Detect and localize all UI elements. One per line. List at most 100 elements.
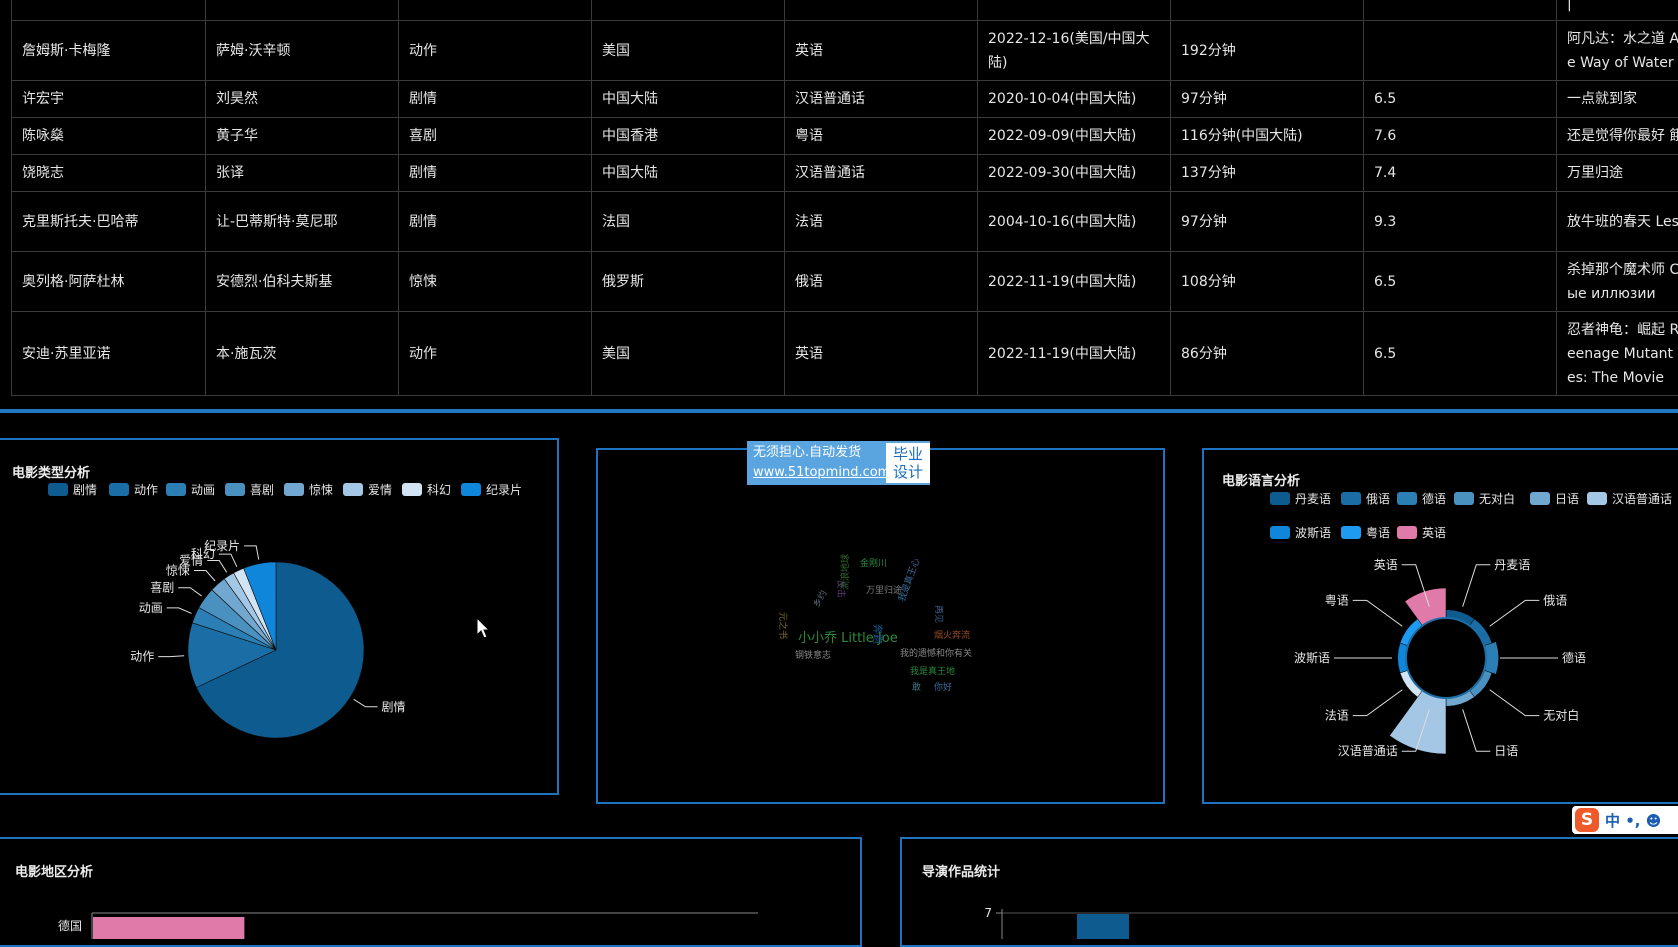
wordcloud-word[interactable]: 元之书: [777, 612, 789, 639]
table-cell: 动作: [399, 312, 592, 396]
table-cell: 法语: [785, 192, 978, 252]
table-cell: 饶晓志: [12, 155, 206, 192]
table-cell: 阿凡达：水之道 Av e Way of Water: [1557, 21, 1678, 81]
table-cell: [1171, 0, 1364, 21]
table-cell: |: [1557, 0, 1678, 21]
table-cell: 俄语: [785, 252, 978, 312]
pie-label: 动作: [130, 650, 154, 664]
table-row: |: [12, 0, 1678, 21]
table-cell: 安德烈·伯科夫斯基: [206, 252, 399, 312]
rose-label-line: [1490, 600, 1540, 626]
table-cell: 陈咏燊: [12, 118, 206, 155]
table-row: 安迪·苏里亚诺本·施瓦茨动作美国英语2022-11-19(中国大陆)86分钟6.…: [12, 312, 1678, 396]
director-panel: 导演作品统计 7: [900, 837, 1678, 947]
language-rose-chart: 丹麦语俄语德语无对白日语汉语普通话法语波斯语粤语英语: [1204, 450, 1678, 802]
watermark-badge-line1: 毕业: [886, 445, 930, 463]
table-cell: [206, 0, 399, 21]
wordcloud-word[interactable]: 流浪地球: [839, 554, 851, 590]
wordcloud-word[interactable]: 我是真王心: [896, 557, 923, 603]
director-bar-chart: 7: [902, 839, 1678, 939]
table-cell: 中国香港: [592, 118, 785, 155]
pie-label-line: [244, 546, 259, 560]
table-cell: 一点就到家: [1557, 81, 1678, 118]
rose-label: 英语: [1374, 558, 1398, 572]
region-bar[interactable]: [93, 917, 244, 939]
wordcloud-word[interactable]: 再见: [933, 605, 944, 623]
table-cell: 法国: [592, 192, 785, 252]
table-row: 陈咏燊黄子华喜剧中国香港粤语2022-09-09(中国大陆)116分钟(中国大陆…: [12, 118, 1678, 155]
table-cell: 安迪·苏里亚诺: [12, 312, 206, 396]
table-cell: 汉语普通话: [785, 81, 978, 118]
region-panel: 电影地区分析 德国: [0, 837, 862, 947]
rose-label: 丹麦语: [1494, 558, 1530, 572]
table-cell: 86分钟: [1171, 312, 1364, 396]
table-cell: 克里斯托夫·巴哈蒂: [12, 192, 206, 252]
table-row: 克里斯托夫·巴哈蒂让-巴蒂斯特·莫尼耶剧情法国法语2004-10-16(中国大陆…: [12, 192, 1678, 252]
table-cell: 97分钟: [1171, 81, 1364, 118]
table-cell: 2022-11-19(中国大陆): [978, 252, 1171, 312]
watermark-badge-line2: 设计: [886, 463, 930, 481]
rose-label: 德语: [1562, 650, 1586, 665]
table-cell: 俄罗斯: [592, 252, 785, 312]
ime-logo-icon[interactable]: S: [1575, 808, 1599, 832]
wordcloud-word[interactable]: 金刚川: [860, 557, 887, 569]
section-divider: [0, 409, 1678, 413]
rose-label: 波斯语: [1294, 651, 1330, 665]
table-cell: 万里归途: [1557, 155, 1678, 192]
table-cell: 7.6: [1364, 118, 1557, 155]
table-cell: 喜剧: [399, 118, 592, 155]
wordcloud-word[interactable]: 敢: [912, 681, 921, 693]
wordcloud-word[interactable]: 乡约: [810, 588, 829, 610]
wordcloud-word[interactable]: 你好: [934, 681, 952, 693]
table-cell: 英语: [785, 21, 978, 81]
table-cell: [978, 0, 1171, 21]
wordcloud-word[interactable]: 万里归途: [866, 584, 902, 596]
wordcloud-word[interactable]: 我的遗憾和你有关: [900, 647, 972, 659]
rose-label-line: [1353, 600, 1403, 626]
table-row: 奥列格·阿萨杜林安德烈·伯科夫斯基惊悚俄罗斯俄语2022-11-19(中国大陆)…: [12, 252, 1678, 312]
table-cell: 刘昊然: [206, 81, 399, 118]
ime-toolbar[interactable]: S 中 •, ☻: [1572, 806, 1678, 834]
table-cell: 放牛班的春天 Les s: [1557, 192, 1678, 252]
wordcloud-word[interactable]: 烟火奔流: [934, 629, 970, 641]
table-row: 詹姆斯·卡梅隆萨姆·沃辛顿动作美国英语2022-12-16(美国/中国大陆)19…: [12, 21, 1678, 81]
table-cell: 2022-09-30(中国大陆): [978, 155, 1171, 192]
pie-label-line: [178, 588, 201, 596]
rose-label: 汉语普通话: [1338, 744, 1398, 758]
rose-label: 日语: [1494, 744, 1518, 758]
movie-table: |詹姆斯·卡梅隆萨姆·沃辛顿动作美国英语2022-12-16(美国/中国大陆)1…: [11, 0, 1678, 396]
pie-label-line: [354, 699, 378, 707]
table-cell: [785, 0, 978, 21]
pie-label-line: [167, 608, 192, 614]
rose-label-line: [1463, 565, 1491, 607]
table-cell: 剧情: [399, 81, 592, 118]
watermark-text: 无须担心.自动发货 www.51topmind.com: [747, 443, 883, 483]
table-cell: [1364, 21, 1557, 81]
wordcloud-word[interactable]: 钢铁意志: [795, 649, 831, 661]
table-cell: 中国大陆: [592, 155, 785, 192]
rose-label-line: [1353, 690, 1403, 716]
pie-label-line: [194, 570, 215, 581]
table-cell: [399, 0, 592, 21]
wordcloud-word[interactable]: 我是真王地: [910, 665, 955, 677]
pie-label: 纪录片: [204, 539, 240, 553]
mouse-cursor-icon: [476, 617, 490, 639]
wordcloud-chart: 小小乔 Little Joe金刚川万里归途我是真王心再见钢铁意志我的遗憾和你有关…: [598, 450, 1163, 802]
wordcloud-word[interactable]: 奔跑: [871, 624, 884, 644]
ime-status-text[interactable]: 中 •, ☻: [1605, 810, 1661, 831]
rose-label: 法语: [1325, 709, 1349, 723]
language-panel: 电影语言分析 丹麦语俄语德语无对白日语汉语普通话法语波斯语粤语英语 丹麦语俄语德…: [1202, 448, 1678, 804]
table-row: 饶晓志张译剧情中国大陆汉语普通话2022-09-30(中国大陆)137分钟7.4…: [12, 155, 1678, 192]
rose-label-line: [1463, 709, 1491, 751]
pie-label-line: [207, 561, 227, 573]
director-bar[interactable]: [1077, 914, 1129, 939]
table-cell: 2020-10-04(中国大陆): [978, 81, 1171, 118]
table-cell: 还是觉得你最好 餓: [1557, 118, 1678, 155]
table-cell: 美国: [592, 21, 785, 81]
rose-label: 无对白: [1543, 708, 1579, 723]
pie-label: 喜剧: [150, 581, 174, 595]
table-cell: [592, 0, 785, 21]
table-cell: 剧情: [399, 155, 592, 192]
rose-label-line: [1490, 690, 1540, 716]
table-cell: 7.4: [1364, 155, 1557, 192]
